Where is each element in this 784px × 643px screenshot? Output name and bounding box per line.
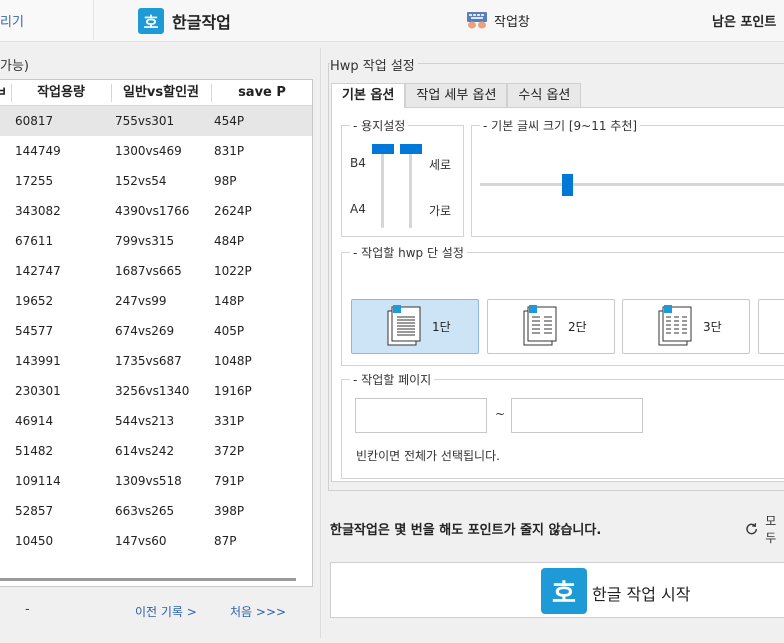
table-row[interactable]: 10450 147vs60 87P bbox=[0, 526, 312, 556]
column-header-ratio[interactable]: 일반vs할인권 bbox=[112, 80, 210, 105]
prev-tab-label: 리기 bbox=[0, 15, 24, 30]
keyboard-hands-icon bbox=[467, 12, 487, 29]
column-1-label: 1단 bbox=[432, 320, 451, 334]
paper-settings-group: - 용지설정 bbox=[341, 117, 464, 237]
table-row[interactable]: 17255 152vs54 98P bbox=[0, 166, 312, 196]
a4-label: A4 bbox=[350, 202, 366, 216]
hancom-work-tab-label: 한글작업 bbox=[172, 13, 231, 32]
two-column-doc-icon bbox=[523, 305, 557, 346]
hwp-settings-title: Hwp 작업 설정 bbox=[330, 55, 418, 74]
page-range-hint: 빈칸이면 전체가 선택됩니다. bbox=[356, 449, 500, 463]
column-settings-title: 작업할 hwp 단 설정 bbox=[361, 246, 464, 260]
one-column-doc-icon bbox=[387, 305, 421, 346]
settings-tabs: 기본 옵션 작업 세부 옵션 수식 옵션 bbox=[331, 83, 582, 108]
points-notice: 한글작업은 몇 번을 해도 포인트가 줄지 않습니다. bbox=[330, 523, 602, 538]
refresh-button[interactable]: 모두 bbox=[744, 512, 784, 546]
paper-size-slider-thumb[interactable] bbox=[372, 144, 394, 154]
paper-size-slider-track[interactable] bbox=[381, 146, 384, 228]
table-row[interactable]: 142747 1687vs665 1022P bbox=[0, 256, 312, 286]
portrait-label: 세로 bbox=[429, 158, 452, 172]
column-3-button[interactable]: 3단 bbox=[622, 299, 750, 354]
tab-basic-options[interactable]: 기본 옵션 bbox=[331, 83, 406, 108]
horizontal-scrollbar[interactable] bbox=[0, 578, 296, 581]
column-3-label: 3단 bbox=[703, 320, 722, 334]
table-row[interactable]: 52857 663vs265 398P bbox=[0, 496, 312, 526]
hancom-logo-icon: 호 bbox=[541, 568, 587, 614]
tab-detail-options[interactable]: 작업 세부 옵션 bbox=[405, 83, 508, 107]
pager-dash: - bbox=[25, 602, 30, 617]
table-row[interactable]: 143991 1735vs687 1048P bbox=[0, 346, 312, 376]
table-row[interactable]: 46914 544vs213 331P bbox=[0, 406, 312, 436]
column-1-button[interactable]: 1단 bbox=[351, 299, 479, 354]
table-row[interactable]: 54577 674vs269 405P bbox=[0, 316, 312, 346]
three-column-doc-icon bbox=[658, 305, 692, 346]
b4-label: B4 bbox=[350, 156, 366, 170]
table-row[interactable]: 51482 614vs242 372P bbox=[0, 436, 312, 466]
font-size-slider-track[interactable] bbox=[480, 183, 784, 186]
column-2-button[interactable]: 2단 bbox=[487, 299, 615, 354]
font-size-group: - 기본 글씨 크기 [9~11 추천] bbox=[471, 117, 784, 237]
start-button-label: 한글 작업 시작 bbox=[592, 585, 691, 604]
column-2-label: 2단 bbox=[568, 320, 587, 334]
work-window-tab-label: 작업창 bbox=[494, 14, 530, 30]
prev-tab[interactable]: 리기 bbox=[0, 0, 94, 40]
list-header: ㅂ 작업용량 일반vs할인권 save P bbox=[0, 80, 312, 106]
column-header-first[interactable]: ㅂ bbox=[0, 80, 8, 105]
column-more-button[interactable] bbox=[758, 299, 784, 354]
page-range-title: 작업할 페이지 bbox=[361, 373, 432, 387]
orientation-slider-thumb[interactable] bbox=[400, 144, 422, 154]
work-history-list[interactable]: ㅂ 작업용량 일반vs할인권 save P 60817755vs301454P … bbox=[0, 79, 313, 587]
work-window-tab[interactable]: 작업창 bbox=[466, 9, 530, 31]
table-row[interactable]: 230301 3256vs1340 1916P bbox=[0, 376, 312, 406]
list-rows: 60817 755vs301 454P 144749 1300vs469 831P 17… bbox=[0, 106, 312, 556]
table-row[interactable]: 67611 799vs315 484P bbox=[0, 226, 312, 256]
refresh-icon bbox=[746, 523, 757, 535]
font-size-title: 기본 글씨 크기 [9~11 추천] bbox=[491, 119, 638, 133]
panel-divider bbox=[320, 48, 321, 638]
table-row[interactable]: 144749 1300vs469 831P bbox=[0, 136, 312, 166]
table-row[interactable]: 60817 755vs301 454P bbox=[0, 106, 312, 136]
column-header-save[interactable]: save P bbox=[212, 80, 312, 105]
page-range-tilde: ~ bbox=[495, 407, 506, 421]
page-from-input[interactable] bbox=[355, 398, 487, 433]
start-hancom-work-button[interactable]: 호 한글 작업 시작 bbox=[330, 562, 784, 618]
table-row[interactable]: 19652 247vs99 148P bbox=[0, 286, 312, 316]
previous-records-link[interactable]: 이전 기록 > bbox=[135, 603, 197, 620]
font-size-slider-thumb[interactable] bbox=[562, 174, 573, 196]
table-row[interactable]: 109114 1309vs518 791P bbox=[0, 466, 312, 496]
remaining-points-label: 남은 포인트 bbox=[712, 15, 777, 30]
hancom-work-tab[interactable]: 호 한글작업 bbox=[138, 7, 231, 35]
page-to-input[interactable] bbox=[511, 398, 643, 433]
table-row[interactable]: 343082 4390vs1766 2624P bbox=[0, 196, 312, 226]
refresh-label: 모두 bbox=[765, 514, 777, 545]
tab-formula-options[interactable]: 수식 옵션 bbox=[507, 83, 582, 107]
column-header-size[interactable]: 작업용량 bbox=[12, 80, 110, 105]
hancom-logo-icon: 호 bbox=[138, 8, 164, 34]
top-bar: 리기 호 한글작업 작업창 남은 포인트 bbox=[0, 0, 784, 42]
paper-settings-title: 용지설정 bbox=[361, 119, 406, 133]
orientation-slider-track[interactable] bbox=[409, 146, 412, 228]
list-caption: 가능) bbox=[0, 59, 29, 74]
first-page-link[interactable]: 처음 >>> bbox=[230, 603, 286, 620]
landscape-label: 가로 bbox=[429, 204, 452, 218]
